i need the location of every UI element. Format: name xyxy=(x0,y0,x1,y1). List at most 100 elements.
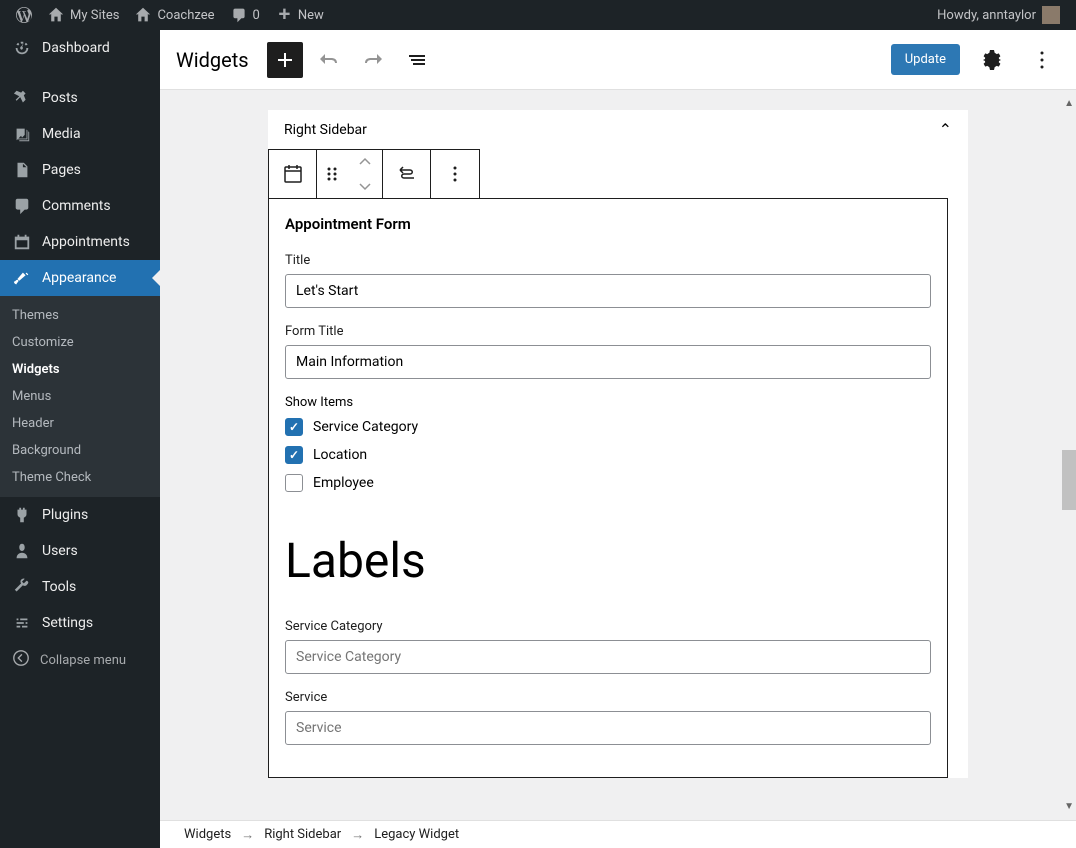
menu-appearance[interactable]: Appearance xyxy=(0,260,160,296)
breadcrumb-item[interactable]: Right Sidebar xyxy=(264,827,341,842)
undo-button[interactable] xyxy=(311,42,347,78)
arrow-icon: → xyxy=(351,827,364,843)
collapse-icon xyxy=(12,649,30,671)
service-category-label: Service Category xyxy=(285,619,931,634)
menu-comments[interactable]: Comments xyxy=(0,188,160,224)
submenu-theme-check[interactable]: Theme Check xyxy=(0,464,160,491)
checkbox-service-category[interactable] xyxy=(285,418,303,436)
options-button[interactable] xyxy=(1024,42,1060,78)
scrollbar-handle[interactable] xyxy=(1062,450,1076,510)
media-icon xyxy=(12,124,32,144)
more-vertical-icon xyxy=(1030,48,1054,72)
block-type-button[interactable] xyxy=(269,150,317,198)
submenu-customize[interactable]: Customize xyxy=(0,329,160,356)
menu-appointments[interactable]: Appointments xyxy=(0,224,160,260)
site-name: Coachzee xyxy=(157,8,214,23)
editor-body: ▲ ▼ Right Sidebar ⌃ xyxy=(160,90,1076,820)
submenu-menus[interactable]: Menus xyxy=(0,383,160,410)
service-input[interactable] xyxy=(285,711,931,745)
greeting-text: Howdy, anntaylor xyxy=(937,8,1036,23)
my-sites-link[interactable]: My Sites xyxy=(40,0,127,30)
check-row-employee: Employee xyxy=(285,474,931,492)
redo-button[interactable] xyxy=(355,42,391,78)
widget-heading: Appointment Form xyxy=(285,215,931,233)
list-view-button[interactable] xyxy=(399,42,435,78)
menu-tools[interactable]: Tools xyxy=(0,569,160,605)
submenu-background[interactable]: Background xyxy=(0,437,160,464)
widget-area-header[interactable]: Right Sidebar ⌃ xyxy=(268,110,968,149)
menu-label: Tools xyxy=(42,579,76,595)
sliders-icon xyxy=(12,613,32,633)
menu-plugins[interactable]: Plugins xyxy=(0,497,160,533)
menu-label: Media xyxy=(42,126,81,142)
form-title-input[interactable] xyxy=(285,345,931,379)
menu-label: Plugins xyxy=(42,507,88,523)
breadcrumb-item[interactable]: Legacy Widget xyxy=(374,827,459,842)
arrow-icon: → xyxy=(241,827,254,843)
chevron-up-icon xyxy=(357,154,373,170)
menu-label: Comments xyxy=(42,198,111,214)
move-down-button[interactable] xyxy=(347,174,382,198)
service-category-input[interactable] xyxy=(285,640,931,674)
check-label: Location xyxy=(313,447,367,463)
collapse-label: Collapse menu xyxy=(40,653,126,668)
menu-settings[interactable]: Settings xyxy=(0,605,160,641)
check-label: Service Category xyxy=(313,419,418,435)
plus-icon xyxy=(273,48,297,72)
block-toolbar xyxy=(268,149,480,199)
submenu-widgets[interactable]: Widgets xyxy=(0,356,160,383)
wordpress-icon xyxy=(16,7,32,23)
menu-users[interactable]: Users xyxy=(0,533,160,569)
menu-pages[interactable]: Pages xyxy=(0,152,160,188)
list-icon xyxy=(405,48,429,72)
labels-heading: Labels xyxy=(285,532,931,589)
dashboard-icon xyxy=(12,38,32,58)
user-greeting[interactable]: Howdy, anntaylor xyxy=(929,0,1068,30)
block-options-button[interactable] xyxy=(431,150,479,198)
update-button[interactable]: Update xyxy=(891,44,960,75)
scroll-up-icon[interactable]: ▲ xyxy=(1064,98,1074,109)
checkbox-employee[interactable] xyxy=(285,474,303,492)
drag-handle[interactable] xyxy=(317,150,347,198)
pages-icon xyxy=(12,160,32,180)
comments-count: 0 xyxy=(253,8,260,23)
checkbox-location[interactable] xyxy=(285,446,303,464)
calendar-icon xyxy=(12,232,32,252)
check-row-service-category: Service Category xyxy=(285,418,931,436)
check-row-location: Location xyxy=(285,446,931,464)
comments-link[interactable]: 0 xyxy=(223,0,268,30)
menu-label: Pages xyxy=(42,162,81,178)
menu-media[interactable]: Media xyxy=(0,116,160,152)
collapse-menu[interactable]: Collapse menu xyxy=(0,641,160,679)
menu-posts[interactable]: Posts xyxy=(0,80,160,116)
scroll-down-icon[interactable]: ▼ xyxy=(1064,801,1074,812)
menu-label: Appearance xyxy=(42,270,116,286)
breadcrumb-item[interactable]: Widgets xyxy=(184,827,231,842)
menu-label: Settings xyxy=(42,615,93,631)
menu-label: Dashboard xyxy=(42,40,110,56)
wrench-icon xyxy=(12,577,32,597)
drag-icon xyxy=(320,162,344,186)
submenu-themes[interactable]: Themes xyxy=(0,302,160,329)
submenu-header[interactable]: Header xyxy=(0,410,160,437)
title-label: Title xyxy=(285,253,931,268)
admin-bar: My Sites Coachzee 0 New Howdy, anntaylor xyxy=(0,0,1076,30)
settings-button[interactable] xyxy=(974,42,1010,78)
title-input[interactable] xyxy=(285,274,931,308)
widget-area-title: Right Sidebar xyxy=(284,122,367,138)
show-items-label: Show Items xyxy=(285,395,931,410)
move-up-button[interactable] xyxy=(347,150,382,174)
site-link[interactable]: Coachzee xyxy=(127,0,222,30)
add-block-button[interactable] xyxy=(267,42,303,78)
widget-block: Appointment Form Title Form Title Show I… xyxy=(268,198,948,778)
menu-label: Users xyxy=(42,543,78,559)
gear-icon xyxy=(980,48,1004,72)
new-label: New xyxy=(298,8,324,23)
house-icon xyxy=(48,7,64,23)
transform-button[interactable] xyxy=(383,150,431,198)
menu-dashboard[interactable]: Dashboard xyxy=(0,30,160,66)
redo-icon xyxy=(361,48,385,72)
wp-logo[interactable] xyxy=(8,0,40,30)
new-link[interactable]: New xyxy=(268,0,332,30)
users-icon xyxy=(12,541,32,561)
